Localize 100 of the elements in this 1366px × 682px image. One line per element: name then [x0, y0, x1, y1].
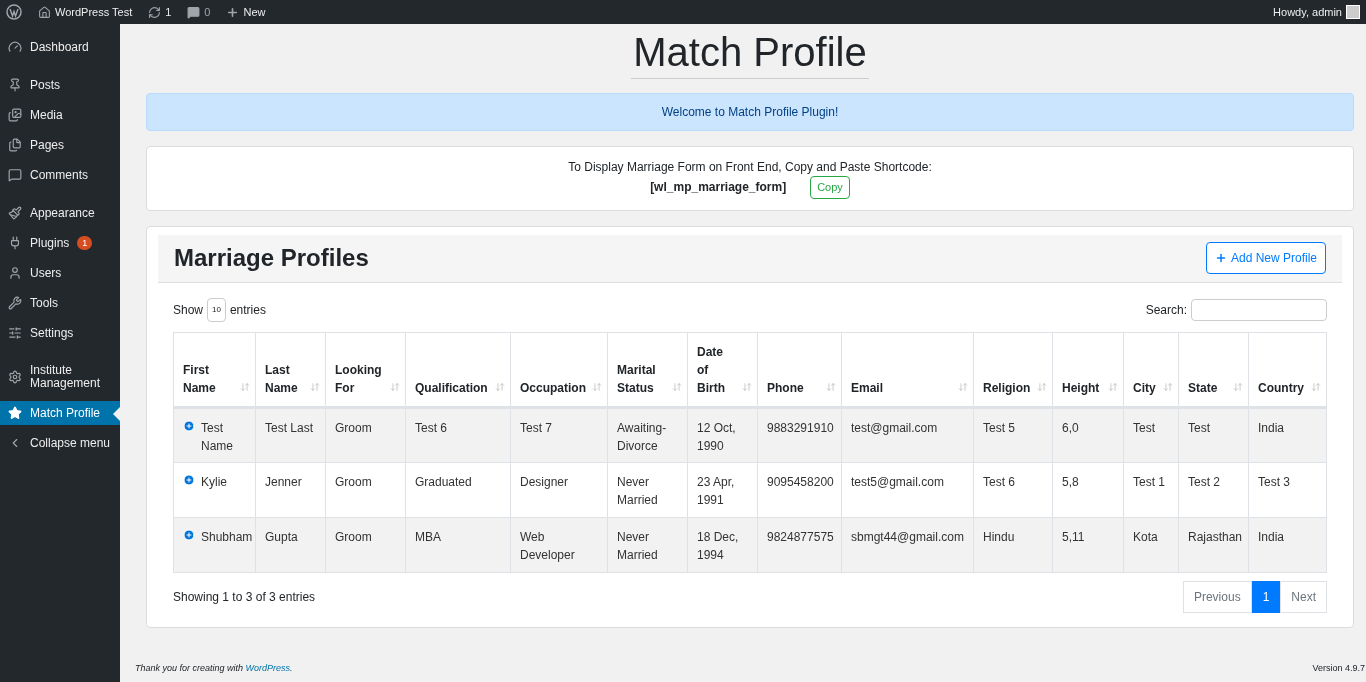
- column-header[interactable]: City: [1123, 332, 1179, 407]
- sliders-icon: [8, 326, 22, 340]
- sort-icon: [742, 381, 752, 392]
- refresh-icon: [148, 5, 162, 19]
- sidebar-item[interactable]: Pages: [0, 133, 120, 157]
- column-header[interactable]: Email: [841, 332, 974, 407]
- table-cell: Never Married: [607, 517, 688, 572]
- expand-row-icon[interactable]: [183, 473, 195, 486]
- sidebar-item[interactable]: Match Profile: [0, 401, 120, 425]
- entries-label: entries: [229, 301, 266, 319]
- comments-link[interactable]: 0: [187, 3, 211, 21]
- user-icon: [8, 266, 22, 280]
- table-cell: test@gmail.com: [841, 407, 974, 462]
- table-cell: India: [1248, 407, 1327, 462]
- column-header[interactable]: First Name: [173, 332, 256, 407]
- table-cell: Test 3: [1248, 462, 1327, 517]
- shortcode-text: [wl_mp_marriage_form]: [650, 179, 787, 197]
- add-profile-button[interactable]: Add New Profile: [1205, 242, 1326, 274]
- column-header[interactable]: Last Name: [255, 332, 326, 407]
- sidebar-item[interactable]: Media: [0, 103, 120, 127]
- table-cell: Graduated: [405, 462, 511, 517]
- sidebar-item[interactable]: Comments: [0, 163, 120, 187]
- table-cell: Test 5: [973, 407, 1053, 462]
- search-field[interactable]: [1191, 298, 1327, 321]
- expand-row-icon[interactable]: [183, 528, 195, 541]
- table-cell: Kota: [1123, 517, 1179, 572]
- table-cell: Web Developer: [510, 517, 608, 572]
- table-cell: 6,0: [1052, 407, 1124, 462]
- table-cell: Test 7: [510, 407, 608, 462]
- account-link[interactable]: Howdy, admin: [1273, 3, 1342, 21]
- table-cell: Groom: [325, 462, 406, 517]
- page-size-select[interactable]: 10: [207, 297, 226, 322]
- table-cell: sbmgt44@gmail.com: [841, 517, 974, 572]
- search-label: Search:: [1145, 301, 1187, 319]
- sort-icon: [310, 381, 320, 392]
- sort-icon: [826, 381, 836, 392]
- table-cell: test5@gmail.com: [841, 462, 974, 517]
- updates-link[interactable]: 1: [148, 3, 172, 21]
- table-cell: Designer: [510, 462, 608, 517]
- show-label: Show: [173, 301, 204, 319]
- sidebar-item[interactable]: Tools: [0, 291, 120, 315]
- table-cell: Test 1: [1123, 462, 1179, 517]
- sort-icon: [240, 381, 250, 392]
- pagination-button[interactable]: Previous: [1182, 580, 1252, 613]
- media-icon: [8, 108, 22, 122]
- star-icon: [8, 406, 22, 420]
- footer-text: Thank you for creating with WordPress.: [135, 661, 293, 675]
- table-cell: Gupta: [255, 517, 326, 572]
- table-cell: 18 Dec, 1994: [687, 517, 758, 572]
- column-header[interactable]: Religion: [973, 332, 1053, 407]
- sort-icon: [1037, 381, 1047, 392]
- expand-row-icon[interactable]: [183, 419, 195, 432]
- sidebar-item[interactable]: Collapse menu: [0, 431, 120, 455]
- sidebar-item[interactable]: Users: [0, 261, 120, 285]
- table-cell: 5,8: [1052, 462, 1124, 517]
- brush-icon: [8, 206, 22, 220]
- table-info: Showing 1 to 3 of 3 entries: [173, 588, 316, 606]
- column-header[interactable]: Country: [1248, 332, 1327, 407]
- new-link[interactable]: New: [226, 3, 266, 21]
- site-name-link[interactable]: WordPress Test: [38, 3, 133, 21]
- pagination-button[interactable]: Next: [1280, 580, 1327, 613]
- table-cell: Test 6: [405, 407, 511, 462]
- table-cell: 9824877575: [757, 517, 842, 572]
- wordpress-logo-icon[interactable]: [6, 4, 22, 20]
- table-cell: Test Name: [173, 407, 256, 462]
- sidebar-item[interactable]: Posts: [0, 73, 120, 97]
- sidebar-item[interactable]: Settings: [0, 321, 120, 345]
- column-header[interactable]: Phone: [757, 332, 842, 407]
- table-cell: 5,11: [1052, 517, 1124, 572]
- sort-icon: [390, 381, 400, 392]
- column-header[interactable]: Date of Birth: [687, 332, 758, 407]
- table-cell: Test 2: [1178, 462, 1249, 517]
- table-cell: Groom: [325, 407, 406, 462]
- column-header[interactable]: Occupation: [510, 332, 608, 407]
- welcome-alert: Welcome to Match Profile Plugin!: [146, 93, 1354, 131]
- sidebar-item[interactable]: Institute Management: [0, 359, 120, 395]
- table-cell: Test: [1123, 407, 1179, 462]
- sort-icon: [958, 381, 968, 392]
- sort-icon: [672, 381, 682, 392]
- table-cell: MBA: [405, 517, 511, 572]
- column-header[interactable]: State: [1178, 332, 1249, 407]
- column-header[interactable]: Qualification: [405, 332, 511, 407]
- sidebar-item[interactable]: Plugins 1: [0, 231, 120, 255]
- table-cell: 12 Oct, 1990: [687, 407, 758, 462]
- sidebar-item[interactable]: Appearance: [0, 201, 120, 225]
- table-cell: Rajasthan: [1178, 517, 1249, 572]
- plug-icon: [8, 236, 22, 250]
- column-header[interactable]: Looking For: [325, 332, 406, 407]
- table-cell: 23 Apr, 1991: [687, 462, 758, 517]
- sidebar-item[interactable]: Dashboard: [0, 35, 120, 59]
- sort-icon: [1163, 381, 1173, 392]
- table-cell: Test 6: [973, 462, 1053, 517]
- table-cell: Test Last: [255, 407, 326, 462]
- table-cell: Hindu: [973, 517, 1053, 572]
- column-header[interactable]: Marital Status: [607, 332, 688, 407]
- wrench-icon: [8, 296, 22, 310]
- pagination-button[interactable]: 1: [1251, 580, 1281, 613]
- plus-icon: [1214, 252, 1227, 264]
- column-header[interactable]: Height: [1052, 332, 1124, 407]
- sort-icon: [592, 381, 602, 392]
